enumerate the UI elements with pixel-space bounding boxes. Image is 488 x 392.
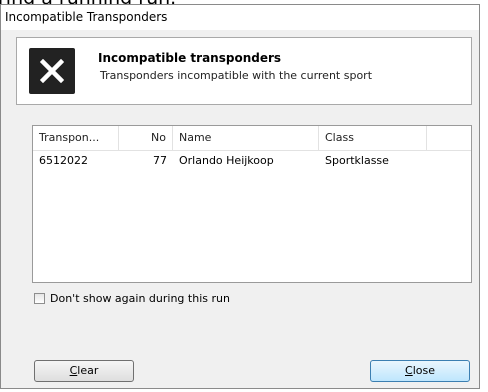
cell-no: 77 — [153, 154, 167, 167]
column-header-name[interactable]: Name — [173, 126, 319, 150]
title-bar[interactable]: Incompatible Transponders — [1, 5, 479, 30]
column-header-no[interactable]: No — [119, 126, 173, 150]
close-label: lose — [412, 364, 435, 377]
column-header-class[interactable]: Class — [319, 126, 427, 150]
window-title: Incompatible Transponders — [5, 10, 168, 24]
column-header-transponder[interactable]: Transpon... — [33, 126, 119, 150]
cell-name: Orlando Heijkoop — [179, 154, 274, 167]
column-headers: Transpon... No Name Class — [33, 126, 471, 151]
transponder-list[interactable]: Transpon... No Name Class 6512022 77 Orl… — [32, 125, 472, 283]
clear-button[interactable]: Clear — [34, 360, 134, 382]
cell-class: Sportklasse — [325, 154, 389, 167]
dont-show-again-label[interactable]: Don't show again during this run — [50, 292, 230, 305]
header-title: Incompatible transponders — [98, 51, 282, 65]
header-panel: Incompatible transponders Transponders i… — [16, 37, 472, 105]
clear-label: lear — [77, 364, 99, 377]
table-row[interactable]: 6512022 77 Orlando Heijkoop Sportklasse — [33, 152, 471, 170]
close-x-icon — [29, 48, 75, 94]
close-accelerator: C — [405, 364, 413, 377]
incompatible-transponders-dialog: Incompatible Transponders Incompatible t… — [0, 4, 480, 389]
close-button[interactable]: Close — [370, 360, 470, 382]
dont-show-again-checkbox[interactable] — [34, 293, 45, 304]
header-subtitle: Transponders incompatible with the curre… — [100, 69, 373, 82]
cell-transponder: 6512022 — [39, 154, 88, 167]
